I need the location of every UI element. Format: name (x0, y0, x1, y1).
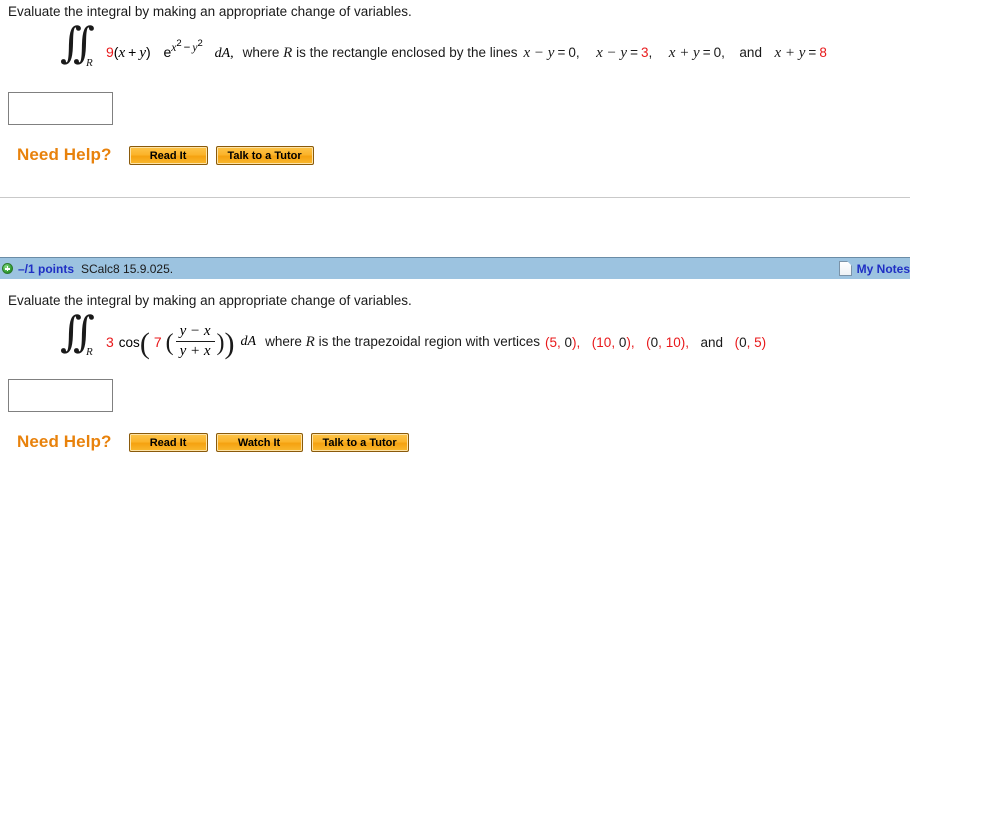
talk-to-a-tutor-button[interactable]: Talk to a Tutor (215, 145, 314, 165)
fraction: y − x y + x (175, 322, 215, 360)
differential-da: dA (240, 334, 257, 349)
region-description: is the rectangle enclosed by the lines (296, 44, 518, 60)
vertex-x: 5 (549, 334, 557, 350)
where-word: where (265, 333, 302, 349)
cosine-function: cos (118, 334, 140, 350)
integrand-1: 9(x + y) ex2− y2 dA, (106, 39, 234, 62)
integrand-coefficient: 3 (106, 334, 114, 350)
fraction-numerator: y − x (179, 322, 211, 339)
vertex-trail: , (576, 334, 581, 350)
question-id-label: SCalc8 15.9.025. (81, 261, 174, 276)
problem-2-prompt: Evaluate the integral by making an appro… (8, 293, 412, 308)
and-word: and (700, 334, 724, 350)
line-trail: , (575, 44, 580, 60)
line-equals: = (702, 44, 711, 60)
problem-1-integral-expression: ∫ ∫ R 9(x + y) ex2− y2 dA, where R is the r… (0, 22, 989, 75)
problem-1-lines-list: x − y = 0, x − y = 3, x + y = 0, and x + y = 8 (524, 45, 827, 62)
line-rhs: 0 (713, 44, 722, 60)
need-help-row-1: Need Help? Read It Talk to a Tutor (0, 145, 989, 165)
vertex-point: (0, 10), (646, 334, 689, 350)
variable-y: y (139, 45, 146, 61)
exponent-x-power: 2 (176, 38, 182, 50)
vertex-point: (10, 0), (591, 334, 635, 350)
line-equation: x − y = 0, (523, 44, 580, 61)
line-trail: , (648, 44, 653, 60)
talk-to-a-tutor-button[interactable]: Talk to a Tutor (310, 432, 409, 452)
vertex-point: (5, 0), (544, 334, 581, 350)
and-word: and (739, 44, 762, 60)
read-it-button[interactable]: Read It (128, 432, 208, 452)
vertex-x: 10 (596, 334, 612, 350)
problem-2-vertices-list: (5, 0), (10, 0), (0, 10), and (0, 5) (545, 335, 766, 350)
inner-coefficient: 7 (153, 334, 162, 350)
watch-it-button[interactable]: Watch It (215, 432, 303, 452)
answer-input-1[interactable] (8, 92, 113, 125)
exponent-group: x2− y2 (171, 39, 203, 54)
line-equals: = (557, 44, 566, 60)
expand-plus-icon[interactable] (2, 263, 13, 274)
integral-subscript-region: R (86, 57, 93, 69)
vertex-trail: , (685, 334, 689, 350)
differential-da: dA, (214, 46, 234, 61)
region-description: is the trapezoidal region with vertices (318, 333, 540, 349)
region-letter: R (283, 44, 293, 61)
line-rhs: 0 (568, 44, 576, 60)
problem-2-integral-expression: ∫ ∫ R 3 cos ( 7 ( y − x y + x ) ) dA whe… (0, 311, 989, 364)
vertex-y: 10 (665, 334, 681, 350)
notes-document-icon (838, 261, 852, 276)
vertex-trail: , (630, 334, 635, 350)
read-it-button[interactable]: Read It (128, 145, 208, 165)
problem-1-where-clause: where R is the rectangle enclosed by the… (243, 45, 518, 62)
line-lhs: x − y (596, 44, 628, 61)
need-help-row-2: Need Help? Read It Watch It Talk to a Tu… (0, 432, 989, 452)
double-integral-icon: ∫ ∫ R (60, 311, 100, 364)
vertex-x: 0 (650, 334, 659, 350)
problem-2: –/1 points SCalc8 15.9.025. My Notes Eva… (0, 257, 989, 452)
integrand-2: 3 cos ( 7 ( y − x y + x ) ) dA (106, 322, 257, 360)
line-trail: , (721, 44, 725, 60)
line-equals: = (808, 44, 817, 60)
line-equation: x + y = 0, (668, 44, 725, 61)
vertex-y: 0 (564, 334, 572, 350)
vertex-x: 0 (739, 334, 747, 350)
my-notes-label[interactable]: My Notes (857, 262, 910, 276)
line-lhs: x − y (523, 44, 555, 61)
plus-operator: + (128, 44, 137, 60)
integral-subscript-region: R (86, 346, 93, 358)
exponent-minus: − (183, 42, 191, 54)
line-lhs: x + y (668, 44, 700, 61)
paren-close: ) (146, 44, 151, 60)
integrand-coefficient: 9 (106, 44, 114, 60)
line-rhs: 8 (819, 44, 827, 60)
exponent-y-power: 2 (197, 38, 203, 50)
line-equals: = (630, 44, 638, 60)
line-equation: x + y = 8 (774, 44, 827, 61)
vertex-point: (0, 5) (734, 334, 767, 350)
problem-2-where-clause: where R is the trapezoidal region with v… (265, 334, 540, 351)
line-equation: x − y = 3, (596, 44, 653, 61)
need-help-label: Need Help? (17, 145, 112, 164)
region-letter: R (305, 333, 315, 350)
need-help-label: Need Help? (17, 432, 112, 451)
vertex-y: 5 (754, 334, 762, 350)
problem-1: Evaluate the integral by making an appro… (0, 0, 989, 165)
double-integral-icon: ∫ ∫ R (60, 22, 100, 75)
problem-2-header-bar: –/1 points SCalc8 15.9.025. My Notes (0, 257, 910, 279)
fraction-denominator: y + x (179, 342, 211, 359)
line-lhs: x + y (774, 44, 806, 61)
answer-input-2[interactable] (8, 379, 113, 412)
points-label: –/1 points (18, 261, 75, 276)
where-word: where (242, 44, 280, 60)
problem-1-prompt: Evaluate the integral by making an appro… (8, 4, 412, 19)
my-notes-group[interactable]: My Notes (838, 261, 910, 276)
vertex-y: 0 (618, 334, 627, 350)
section-divider (0, 197, 910, 198)
